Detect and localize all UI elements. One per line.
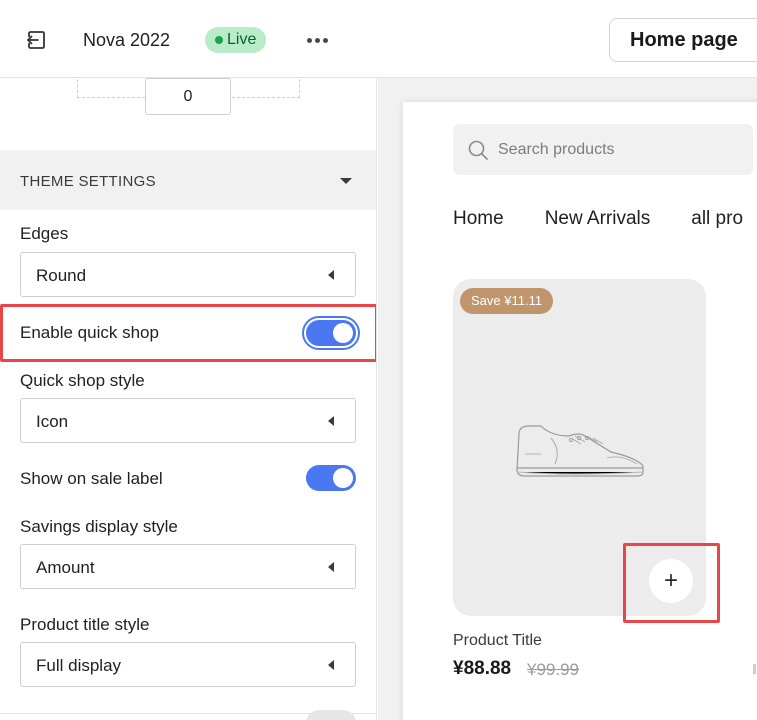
quick-shop-highlight [0,304,376,362]
caret-icon [328,270,334,280]
status-badge: Live [205,27,267,53]
caret-icon [328,562,334,572]
search-icon [468,140,488,160]
sale-badge: Save ¥11.11 [460,288,554,314]
store-name: Nova 2022 [83,30,171,50]
number-input[interactable]: 0 [145,78,231,115]
theme-settings-header[interactable]: THEME SETTINGS [0,150,376,210]
sale-label-toggle[interactable] [306,465,356,491]
page-selector[interactable]: Home page [609,18,757,62]
product-title: Product Title [453,632,542,649]
exit-button[interactable] [24,28,48,52]
nav-item-home[interactable]: Home [453,208,504,229]
edges-value: Round [36,266,87,285]
nav-item-new-arrivals[interactable]: New Arrivals [545,208,651,229]
more-actions-button[interactable] [303,28,331,52]
chevron-down-icon [340,178,352,184]
quick-shop-style-value: Icon [36,412,69,431]
exit-icon [27,31,45,49]
savings-style-select[interactable]: Amount [20,544,356,589]
main-nav: Home New Arrivals all pro [453,208,757,230]
title-style-value: Full display [36,656,122,675]
edges-select[interactable]: Round [20,252,356,297]
caret-icon [328,660,334,670]
shoe-icon [516,425,644,477]
quick-shop-style-label: Quick shop style [20,371,145,390]
quick-add-highlight [623,543,720,623]
nav-item-all-products[interactable]: all pro [691,208,743,229]
next-card-edge [753,664,756,674]
preview-page: Search products Home New Arrivals all pro … [403,102,757,720]
search-input[interactable]: Search products [453,124,753,175]
edges-label: Edges [20,224,69,243]
status-badge-label: Live [227,31,257,48]
product-price: ¥88.88 [453,658,512,679]
sale-label-label: Show on sale label [20,469,163,488]
next-toggle[interactable] [306,710,356,720]
quick-shop-style-select[interactable]: Icon [20,398,356,443]
theme-editor: Nova 2022 Live Home page 0 THEME SETTING… [0,0,757,720]
savings-style-label: Savings display style [20,517,178,536]
product-compare-price: ¥99.99 [527,660,579,679]
title-style-select[interactable]: Full display [20,642,356,687]
caret-icon [328,416,334,426]
store-preview: Search products Home New Arrivals all pro … [378,78,757,720]
top-bar: Nova 2022 Live Home page [0,0,757,78]
more-icon [306,37,312,43]
section-title: THEME SETTINGS [20,173,156,190]
settings-panel: 0 THEME SETTINGS Edges Round Enable quic… [0,78,377,720]
savings-style-value: Amount [36,558,95,577]
search-placeholder: Search products [498,141,615,158]
live-dot-icon [215,36,223,44]
title-style-label: Product title style [20,615,150,634]
